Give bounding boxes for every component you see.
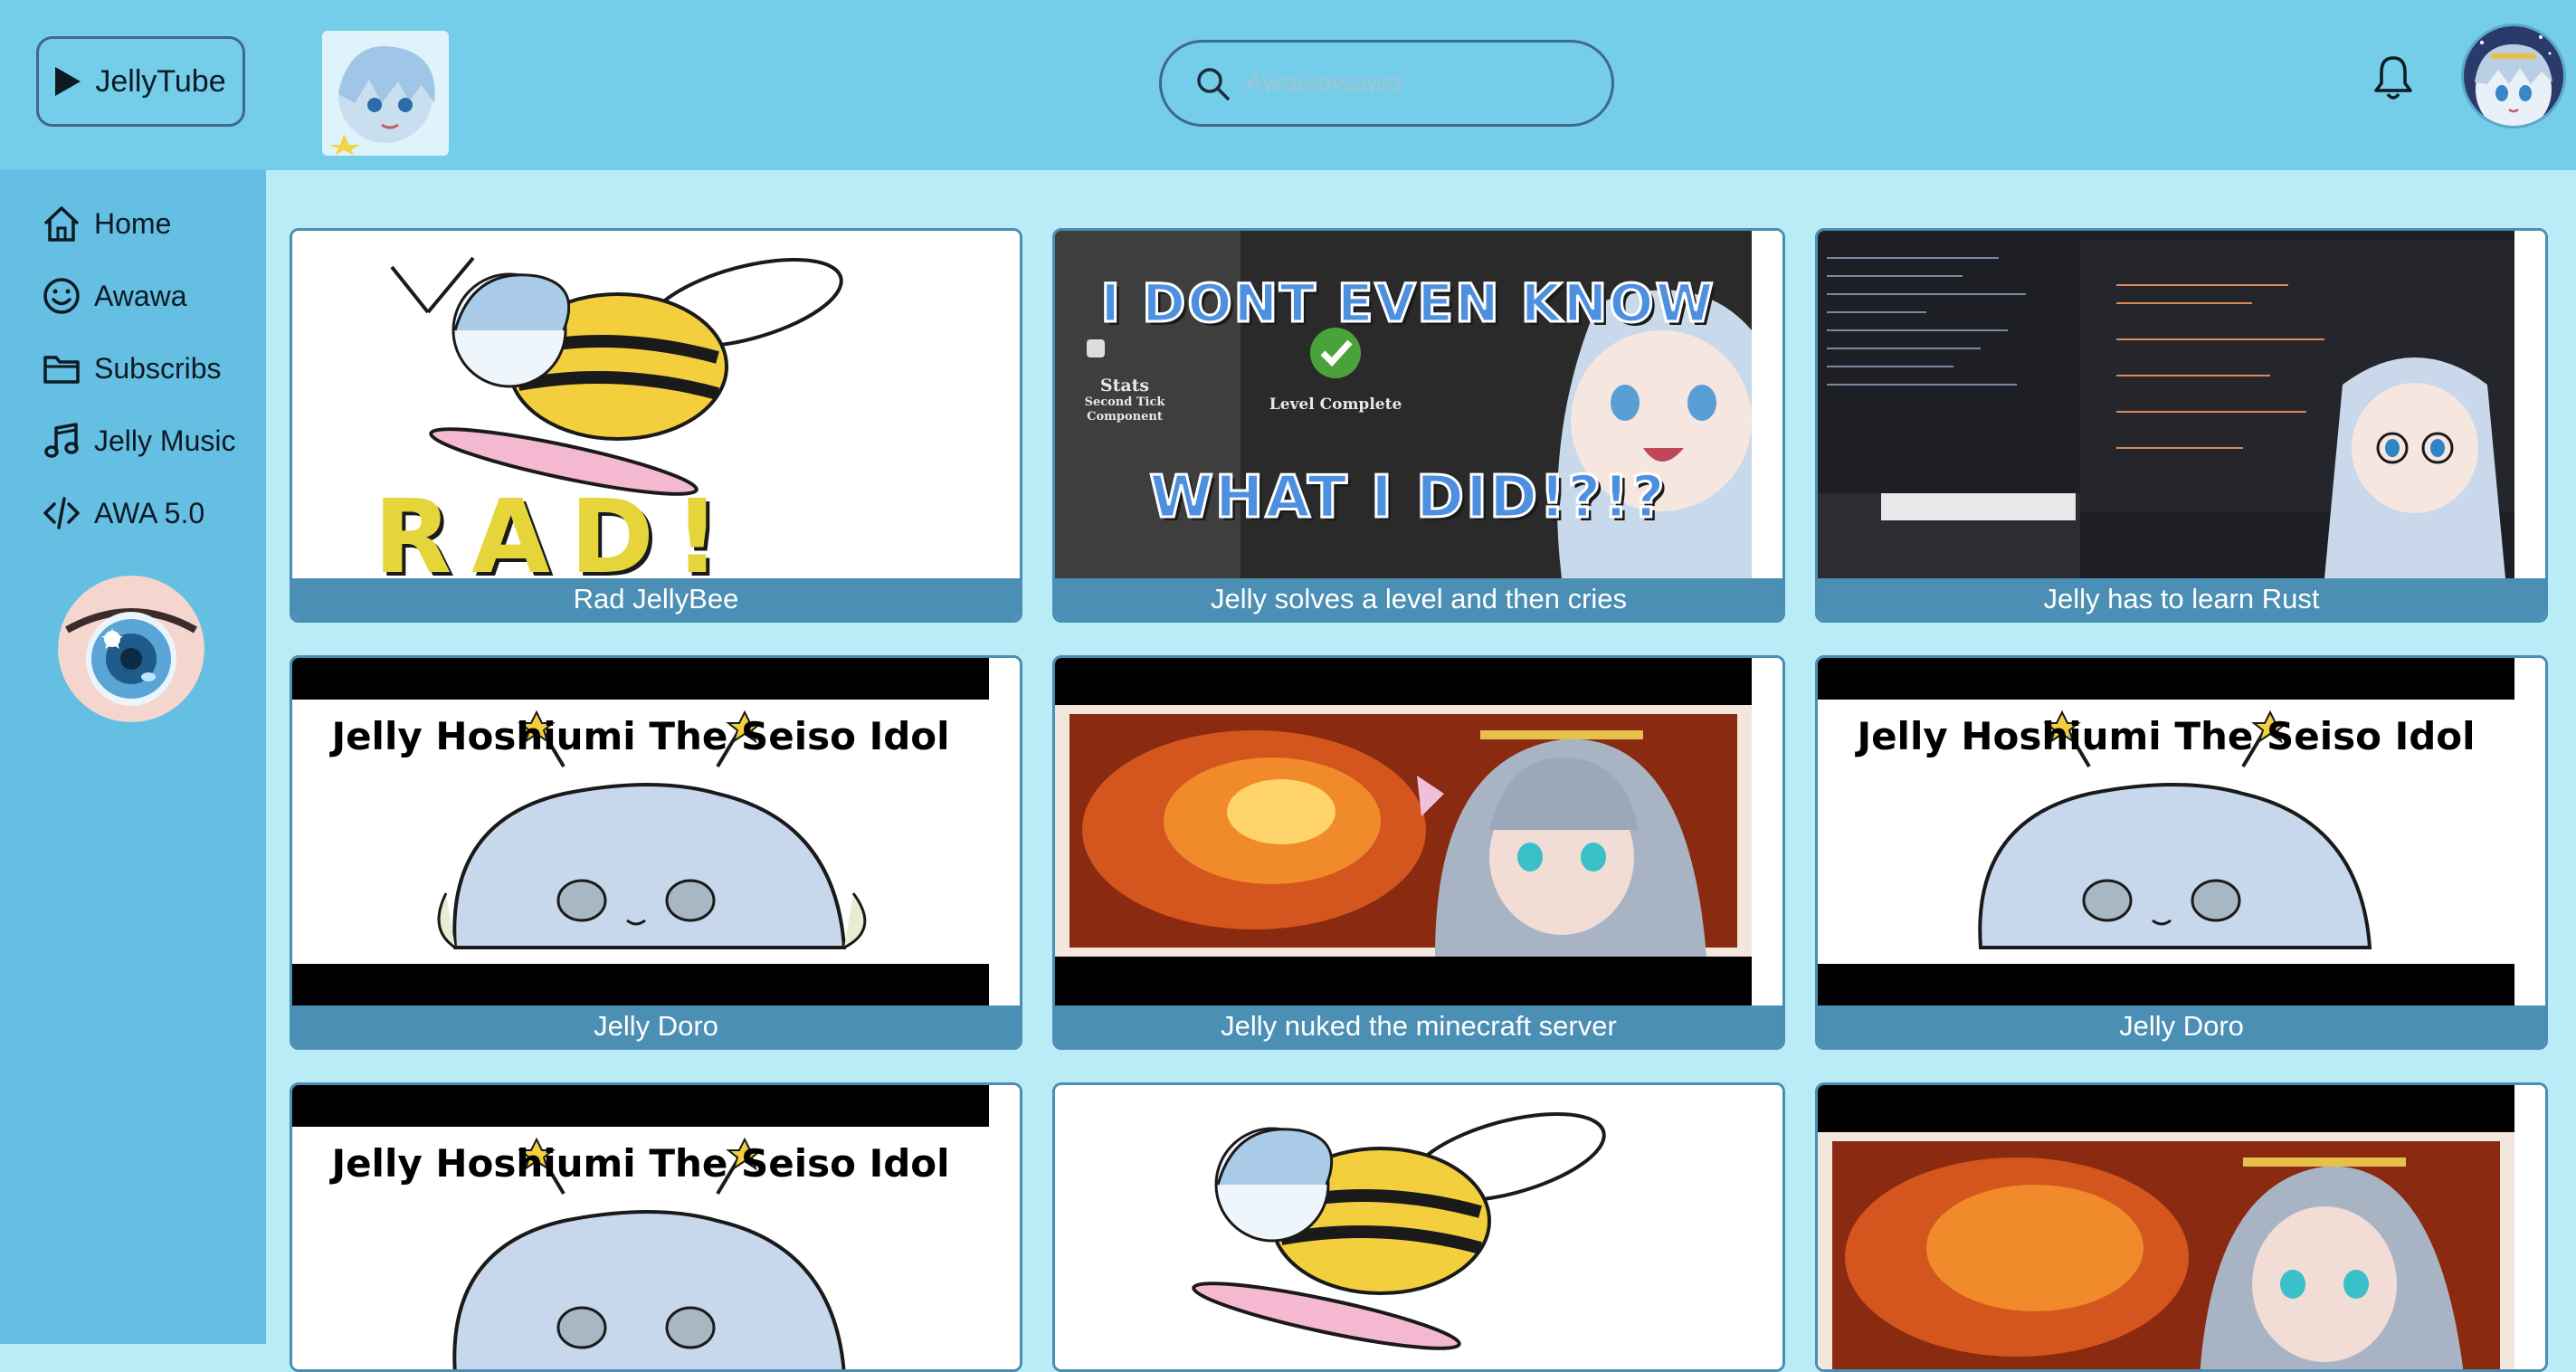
brand-label: JellyTube (95, 63, 226, 99)
video-card[interactable]: Jelly Hoshiumi The Seiso Idol Jelly Doro (1815, 655, 2548, 1050)
video-title: Jelly has to learn Rust (1818, 578, 2545, 620)
sidebar-item-label: Awawa (94, 279, 187, 312)
video-thumbnail[interactable]: I DONT EVEN KNOW WHAT I DID!?!? Stats Se… (1055, 231, 1782, 578)
video-thumbnail[interactable]: Jelly Hoshiumi The Seiso Idol (1818, 658, 2545, 1005)
video-title: Jelly solves a level and then cries (1055, 578, 1782, 620)
video-title: Rad JellyBee (292, 578, 1020, 620)
folder-icon (43, 356, 80, 384)
code-icon (43, 497, 80, 529)
video-thumbnail[interactable]: Jelly Hoshiumi The Seiso Idol (292, 658, 1020, 1005)
profile-avatar[interactable] (2461, 24, 2566, 129)
thumbnail-stats-label: Second Tick (1084, 395, 1165, 409)
thumbnail-text: RAD! (374, 479, 740, 578)
video-card[interactable]: I DONT EVEN KNOW WHAT I DID!?!? Stats Se… (1052, 228, 1785, 623)
brand-button[interactable]: JellyTube (36, 36, 245, 127)
thumbnail-stats-label: Stats (1099, 376, 1150, 395)
video-card[interactable] (1815, 1082, 2548, 1372)
sidebar-item-label: AWA 5.0 (94, 496, 205, 529)
sidebar-item-label: Subscribs (94, 351, 222, 385)
sidebar: Home Awawa Subscribs Jelly Music AWA 5.0 (0, 170, 266, 1344)
thumbnail-headline-top: I DONT EVEN KNOW (1099, 272, 1716, 336)
home-icon (43, 206, 80, 242)
sidebar-item-subscribs[interactable]: Subscribs (42, 337, 259, 400)
video-card[interactable]: Jelly Hoshiumi The Seiso Idol Jelly Doro (290, 655, 1022, 1050)
channel-logo[interactable] (322, 31, 449, 156)
search-bar[interactable] (1159, 40, 1614, 127)
thumbnail-stats-label: Component (1087, 410, 1163, 424)
search-input[interactable] (1243, 67, 1591, 100)
sidebar-item-awawa[interactable]: Awawa (42, 264, 259, 328)
top-header: JellyTube (0, 0, 2576, 170)
bell-icon[interactable] (2371, 52, 2416, 101)
thumbnail-text: Jelly Hoshiumi The Seiso Idol (331, 1141, 950, 1186)
video-thumbnail[interactable] (1818, 231, 2545, 578)
thumbnail-level-label: Level Complete (1269, 395, 1402, 414)
sidebar-item-awa[interactable]: AWA 5.0 (42, 481, 259, 545)
smile-icon (43, 278, 80, 314)
video-thumbnail[interactable]: Jelly Hoshiumi The Seiso Idol (292, 1085, 1020, 1369)
thumbnail-headline-bottom: WHAT I DID!?!? (1148, 463, 1667, 533)
thumbnail-text: Jelly Hoshiumi The Seiso Idol (331, 714, 950, 758)
thumbnail-text: Jelly Hoshiumi The Seiso Idol (1857, 714, 2476, 758)
video-title: Jelly Doro (292, 1005, 1020, 1047)
video-thumbnail[interactable] (1818, 1085, 2545, 1369)
sidebar-item-home[interactable]: Home (42, 192, 259, 255)
video-title: Jelly nuked the minecraft server (1055, 1005, 1782, 1047)
eye-avatar (58, 576, 204, 722)
video-thumbnail[interactable] (1055, 1085, 1782, 1369)
video-card[interactable]: RAD! Rad JellyBee (290, 228, 1022, 623)
video-card[interactable]: Jelly Hoshiumi The Seiso Idol (290, 1082, 1022, 1372)
music-note-icon (44, 423, 79, 458)
video-title: Jelly Doro (1818, 1005, 2545, 1047)
sidebar-item-jelly-music[interactable]: Jelly Music (42, 409, 259, 472)
video-thumbnail[interactable]: RAD! (292, 231, 1020, 578)
search-icon (1197, 68, 1230, 100)
video-thumbnail[interactable] (1055, 658, 1782, 1005)
sidebar-item-label: Home (94, 206, 172, 240)
play-icon (55, 67, 81, 96)
sidebar-item-label: Jelly Music (94, 424, 236, 457)
video-card[interactable] (1052, 1082, 1785, 1372)
video-card[interactable]: Jelly has to learn Rust (1815, 228, 2548, 623)
video-card[interactable]: Jelly nuked the minecraft server (1052, 655, 1785, 1050)
